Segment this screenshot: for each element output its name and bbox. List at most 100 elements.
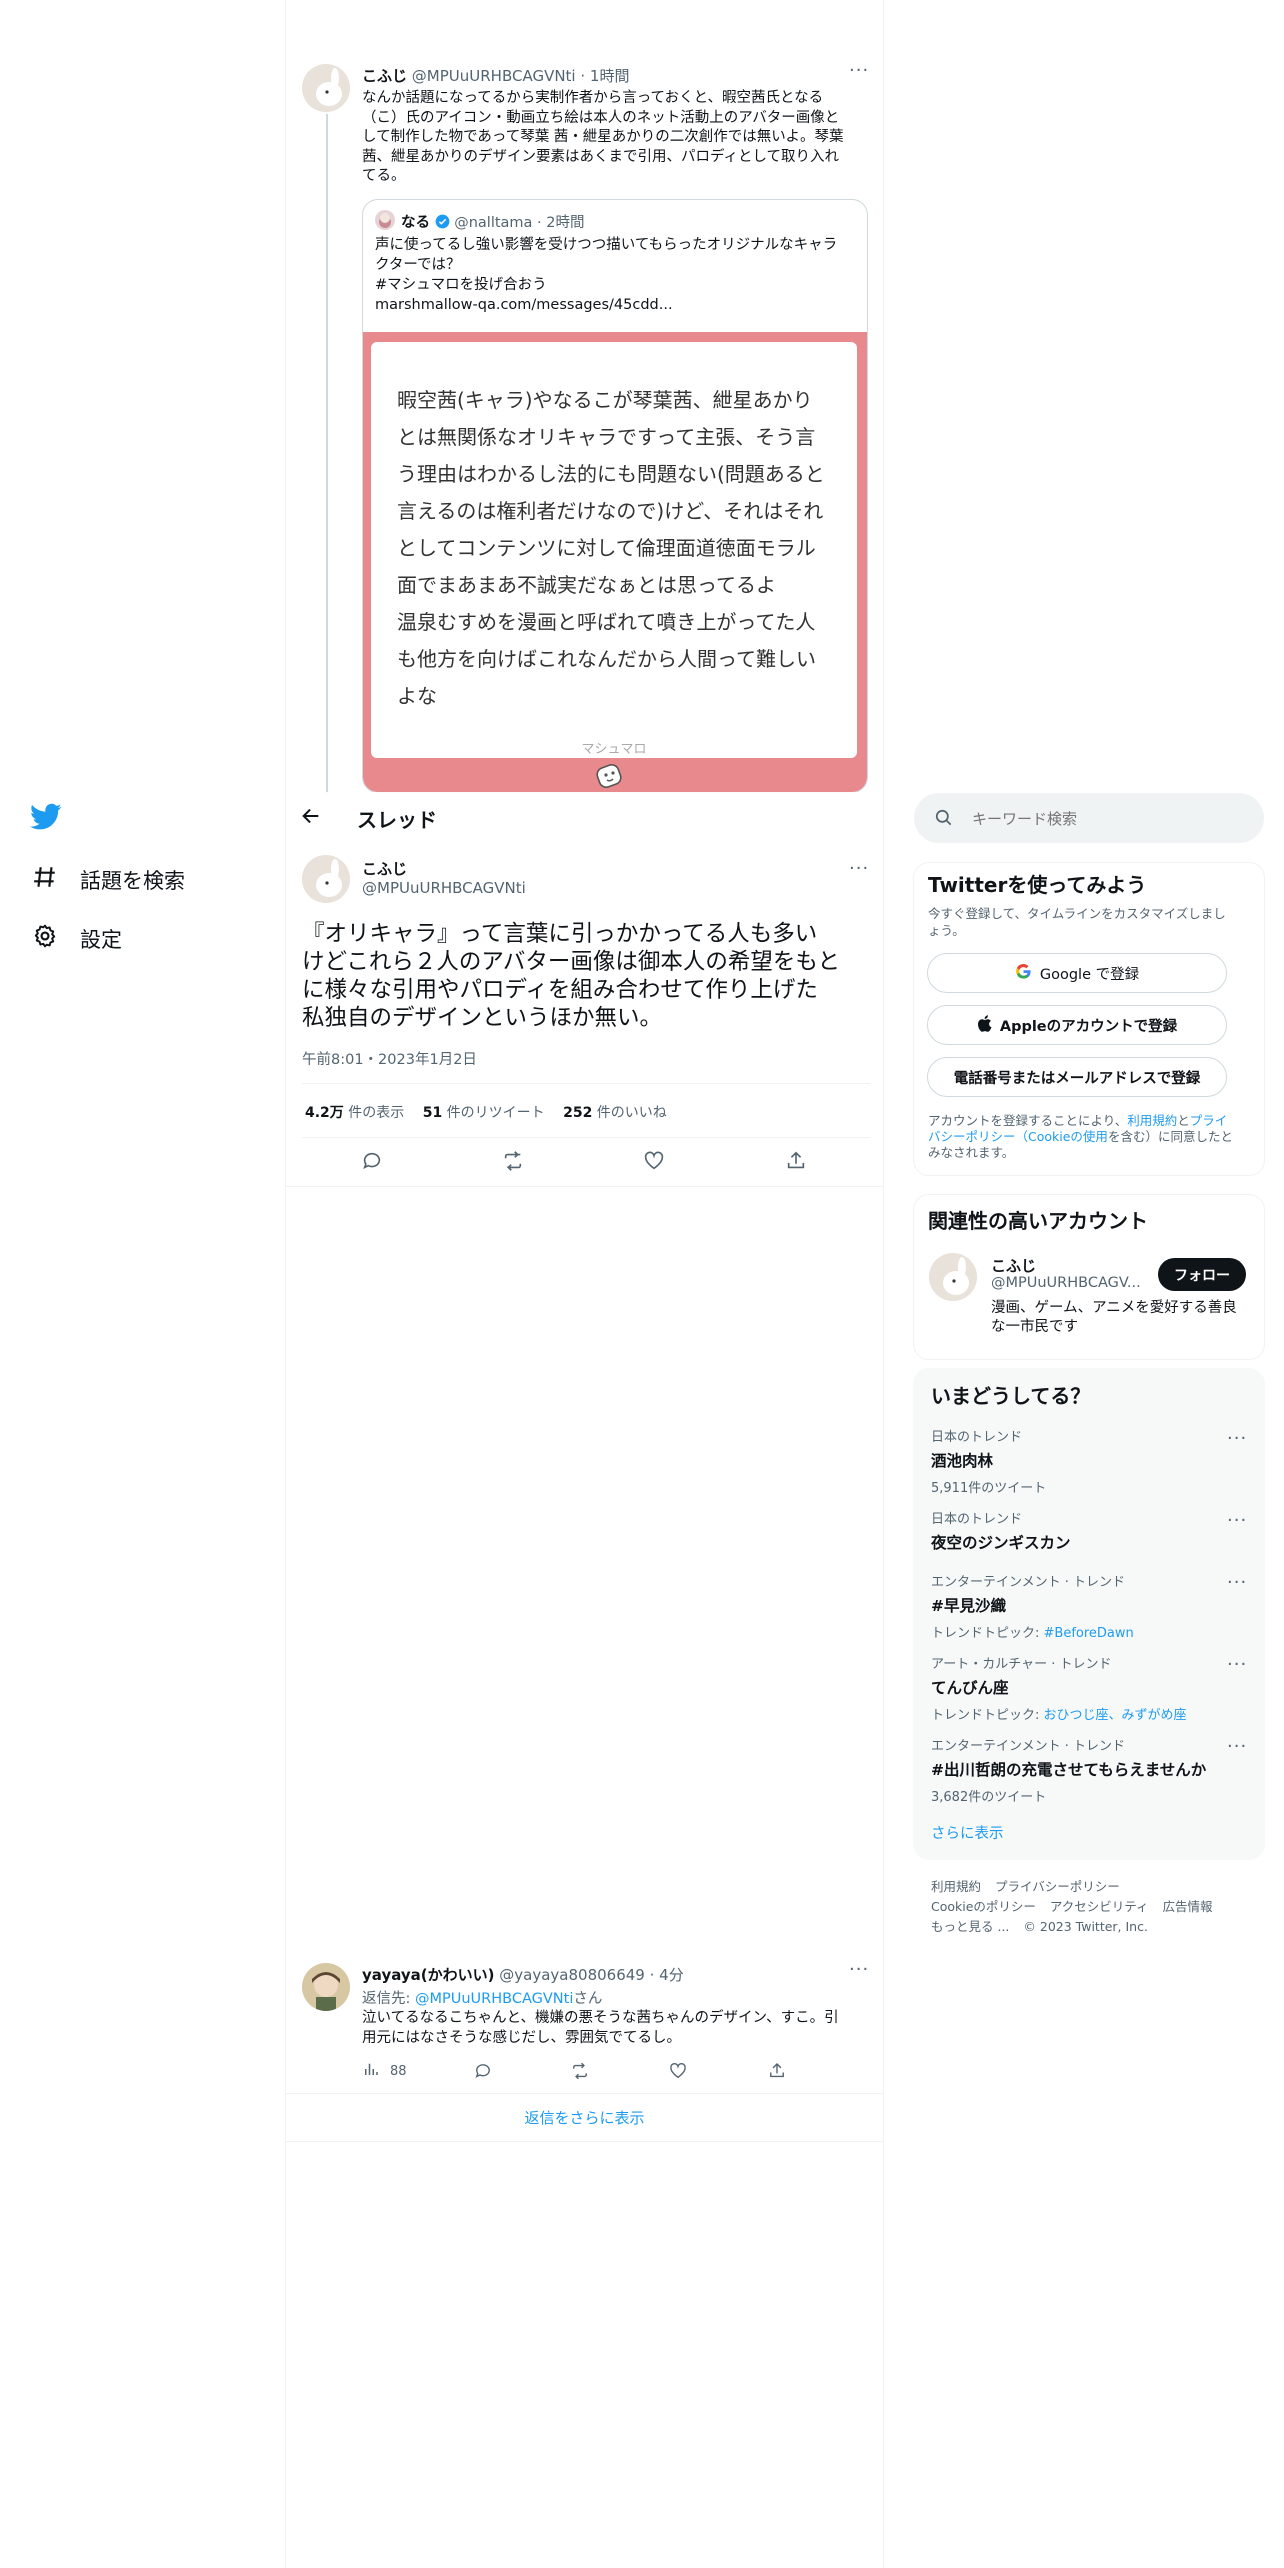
reply-icon[interactable] [474, 2062, 493, 2081]
trend-category: 日本のトレンド [931, 1430, 1023, 1445]
divider [302, 1137, 870, 1138]
trend-item[interactable]: 日本のトレンド 夜空のジンギスカン [931, 1508, 1071, 1553]
trend-subtext: トレンドトピック: [931, 1708, 1044, 1723]
marshmallow-line: う理由はわかるし法的にも問題ない(問題あると [397, 462, 825, 486]
author-handle[interactable]: @MPUuURHBCAGVNti [362, 879, 526, 897]
author-handle[interactable]: @MPUuURHBCAGVNti [412, 67, 576, 85]
footer-cookie-link[interactable]: Cookieのポリシー [931, 1899, 1036, 1914]
marshmallow-footer: マシュマロ [581, 742, 647, 757]
privacy-link[interactable]: プライ [1190, 1113, 1228, 1128]
like-icon[interactable] [669, 2062, 688, 2081]
trend-more-icon[interactable]: ··· [1227, 1736, 1247, 1757]
trend-more-icon[interactable]: ··· [1227, 1572, 1247, 1593]
tweet-timestamp[interactable]: 午前8:01・2023年1月2日 [302, 1048, 477, 1069]
more-options-icon[interactable]: ··· [849, 60, 869, 81]
tweet-text-line: 茜、紲星あかりのデザイン要素はあくまで引用、パロディとして取り入れ [362, 148, 840, 165]
views-button[interactable]: 88 [362, 2060, 407, 2082]
footer-terms-link[interactable]: 利用規約 [931, 1879, 981, 1894]
phone-email-signup-button[interactable]: 電話番号またはメールアドレスで登録 [927, 1057, 1227, 1097]
trend-more-icon[interactable]: ··· [1227, 1510, 1247, 1531]
retweets-label: 件のリツイート [442, 1105, 545, 1121]
share-icon[interactable] [785, 1150, 807, 1172]
reply-text: 泣いてるなるこちゃんと、機嫌の悪そうな茜ちゃんのデザイン、すこ。引 用元にはなさ… [362, 2009, 872, 2048]
views-chart-icon [362, 2060, 380, 2082]
related-account-handle[interactable]: @MPUuURHBCAGV... [991, 1275, 1141, 1291]
views-count: 4.2万 [305, 1105, 344, 1121]
tweet-text-line: （こ）氏のアイコン・動画立ち絵は本人のネット活動上のアバター画像と [362, 109, 840, 126]
avatar [375, 210, 395, 230]
retweet-icon[interactable] [502, 1150, 524, 1172]
trend-more-icon[interactable]: ··· [1227, 1428, 1247, 1449]
more-options-icon[interactable]: ··· [849, 1959, 869, 1980]
views-label: 件の表示 [343, 1105, 405, 1121]
author-name[interactable]: こふじ [362, 67, 407, 85]
author-handle[interactable]: @yayaya80806649 [499, 1966, 645, 1984]
trend-more-icon[interactable]: ··· [1227, 1654, 1247, 1675]
quote-author-handle: @nalltama [454, 215, 533, 231]
footer-more-link[interactable]: もっと見る ... [931, 1919, 1009, 1934]
marshmallow-line: 言えるのは権利者だけなので)けど、それはそれ [397, 499, 824, 523]
related-account-bio: 漫画、ゲーム、アニメを愛好する善良 な一市民です [991, 1299, 1237, 1337]
author-name[interactable]: yayaya(かわいい) [362, 1966, 495, 1984]
reply-to-handle[interactable]: @MPUuURHBCAGVNti [415, 1991, 573, 2007]
cookie-link[interactable]: バシーポリシー（Cookieの使用 [928, 1129, 1108, 1144]
marshmallow-line: とは無関係なオリキャラですって主張、そう言 [397, 425, 816, 449]
views-count: 88 [390, 2063, 407, 2079]
avatar[interactable] [929, 1253, 977, 1301]
like-icon[interactable] [643, 1150, 665, 1172]
likes-stat[interactable]: 252 件のいいね [563, 1105, 667, 1121]
footer-privacy-link[interactable]: プライバシーポリシー [995, 1879, 1120, 1894]
trend-name: 夜空のジンギスカン [931, 1534, 1071, 1552]
retweets-stat[interactable]: 51 件のリツイート [423, 1105, 545, 1121]
divider [286, 1186, 883, 1187]
apple-signup-button[interactable]: Appleのアカウントで登録 [927, 1005, 1227, 1045]
avatar[interactable] [302, 64, 350, 112]
retweet-icon[interactable] [571, 2062, 590, 2081]
tweet-stats: 4.2万 件の表示 51 件のリツイート 252 件のいいね [305, 1102, 667, 1122]
quote-link[interactable]: marshmallow-qa.com/messages/45cdd... [375, 295, 855, 315]
related-title: 関連性の高いアカウント [928, 1209, 1148, 1233]
share-icon[interactable] [768, 2062, 787, 2081]
tweet-time[interactable]: · 4分 [650, 1966, 684, 1984]
marshmallow-line: 暇空茜(キャラ)やなるこが琴葉茜、紲星あかり [397, 388, 813, 412]
tweet-time[interactable]: · 1時間 [580, 67, 629, 85]
nav-settings[interactable]: 設定 [32, 923, 122, 954]
avatar[interactable] [302, 855, 350, 903]
follow-button[interactable]: フォロー [1158, 1258, 1246, 1291]
footer-ads-link[interactable]: 広告情報 [1163, 1899, 1213, 1914]
trend-topic-link[interactable]: #BeforeDawn [1044, 1626, 1134, 1641]
apple-icon [977, 1014, 992, 1036]
trend-category: エンターテインメント · トレンド [931, 1739, 1126, 1754]
quote-header: なる @nalltama · 2時間 [401, 211, 585, 233]
views-stat[interactable]: 4.2万 件の表示 [305, 1105, 404, 1121]
related-account-name[interactable]: こふじ [991, 1255, 1036, 1276]
quoted-tweet-card[interactable]: なる @nalltama · 2時間 声に使ってるし強い影響を受けつつ描いてもら… [362, 199, 868, 793]
search-input[interactable] [970, 800, 1244, 838]
twitter-logo-icon[interactable] [30, 803, 62, 835]
footer-accessibility-link[interactable]: アクセシビリティ [1050, 1899, 1149, 1914]
tweet-text-line: 『オリキャラ』って言葉に引っかかってる人も多い [302, 921, 818, 947]
google-signup-button[interactable]: Google で登録 [927, 953, 1227, 993]
more-options-icon[interactable]: ··· [849, 858, 869, 879]
trend-item[interactable]: 日本のトレンド 酒池肉林 5,911件のツイート [931, 1426, 1046, 1496]
related-accounts-panel: 関連性の高いアカウント こふじ @MPUuURHBCAGV... フォロー 漫画… [913, 1194, 1265, 1360]
marshmallow-logo-icon [593, 762, 627, 792]
trend-item[interactable]: エンターテインメント · トレンド #出川哲朗の充電させてもらえませんか 3,6… [931, 1735, 1206, 1805]
nav-explore[interactable]: 話題を検索 [32, 864, 185, 895]
verified-badge-icon [435, 214, 450, 233]
show-more-replies-link[interactable]: 返信をさらに表示 [286, 2107, 883, 2128]
trend-item[interactable]: アート・カルチャー · トレンド てんびん座 トレンドトピック: おひつじ座、み… [931, 1653, 1187, 1723]
terms-link[interactable]: 利用規約 [1127, 1113, 1177, 1128]
search-icon [934, 808, 953, 831]
trend-item[interactable]: エンターテインメント · トレンド #早見沙織 トレンドトピック: #Befor… [931, 1571, 1134, 1641]
quote-hashtag[interactable]: #マシュマロを投げ合おう [375, 275, 855, 295]
trend-topic-link[interactable]: おひつじ座、みずがめ座 [1044, 1708, 1187, 1723]
author-name[interactable]: こふじ [362, 858, 407, 879]
back-arrow-icon[interactable] [300, 805, 322, 831]
avatar[interactable] [302, 1963, 350, 2011]
reply-icon[interactable] [361, 1150, 383, 1172]
trend-name: #早見沙織 [931, 1597, 1006, 1615]
tweet-header: yayaya(かわいい) @yayaya80806649 · 4分 [362, 1964, 684, 1985]
quote-text-line: 声に使ってるし強い影響を受けつつ描いてもらったオリジナルなキャラ [375, 237, 838, 253]
show-more-trends-link[interactable]: さらに表示 [931, 1822, 1004, 1843]
